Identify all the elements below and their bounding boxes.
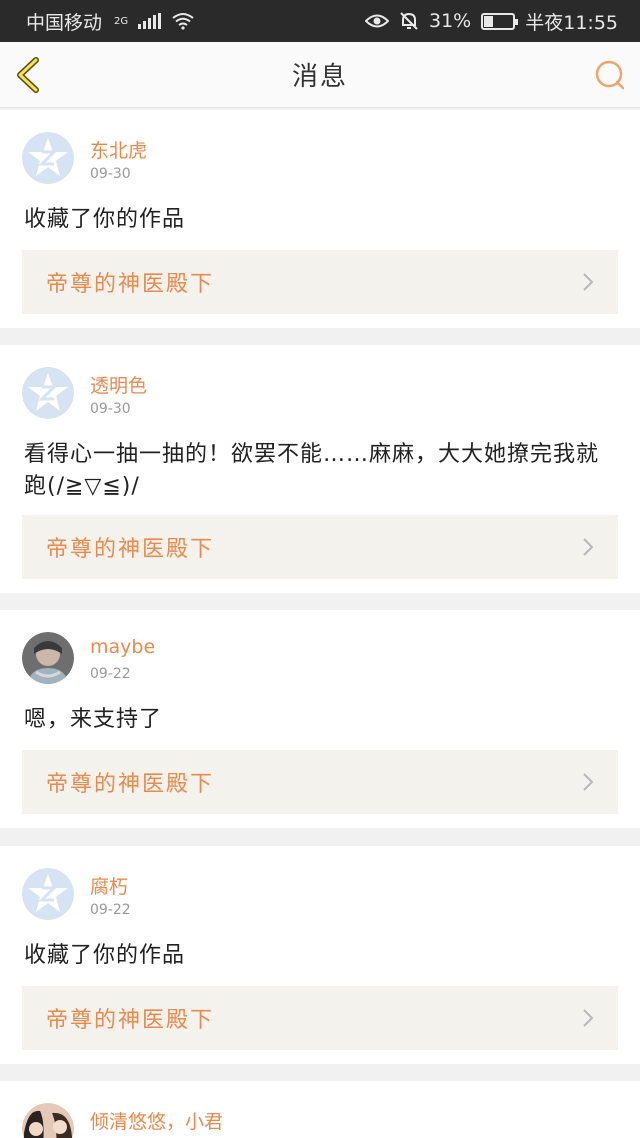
status-right: 31% 半夜11:55 [365, 8, 618, 35]
default-avatar-icon[interactable] [22, 367, 74, 419]
message-card: maybe 09-22 嗯，来支持了 帝尊的神医殿下 [0, 610, 640, 828]
status-bar: 中国移动 2G 31% 半夜11:55 [0, 0, 640, 42]
message-text: 收藏了你的作品 [24, 943, 186, 968]
mute-bell-icon [400, 12, 418, 30]
chevron-right-icon [583, 1009, 594, 1027]
battery-icon [481, 12, 519, 30]
chevron-right-icon [583, 773, 594, 791]
message-date: 09-30 [90, 401, 131, 417]
work-link[interactable]: 帝尊的神医殿下 [22, 250, 618, 314]
signal-icon [138, 13, 162, 29]
username[interactable]: 透明色 [90, 371, 147, 398]
work-link[interactable]: 帝尊的神医殿下 [22, 986, 618, 1050]
carrier-name: 中国移动 [26, 11, 103, 34]
username[interactable]: 倾清悠悠，小君 [90, 1107, 223, 1134]
battery-percent: 31% [429, 10, 472, 32]
default-avatar-icon[interactable] [22, 132, 74, 184]
chevron-right-icon [583, 538, 594, 556]
username[interactable]: maybe [90, 636, 155, 658]
message-date: 09-22 [90, 666, 131, 682]
eye-icon [365, 14, 389, 28]
message-card: 倾清悠悠，小君 [0, 1081, 640, 1138]
message-card: 透明色 09-30 看得心一抽一抽的！欲罢不能……麻麻，大大她撩完我就跑(/≧▽… [0, 345, 640, 593]
clock: 半夜11:55 [525, 11, 618, 34]
header-bar: 消息 [0, 42, 640, 108]
username[interactable]: 腐朽 [90, 872, 128, 899]
status-left: 中国移动 2G [26, 8, 195, 35]
work-title: 帝尊的神医殿下 [46, 272, 215, 297]
work-link[interactable]: 帝尊的神医殿下 [22, 750, 618, 814]
message-text: 嗯，来支持了 [24, 707, 163, 732]
work-title: 帝尊的神医殿下 [46, 772, 215, 797]
default-avatar-icon[interactable] [22, 868, 74, 920]
username[interactable]: 东北虎 [90, 136, 147, 163]
message-text: 看得心一抽一抽的！欲罢不能……麻麻，大大她撩完我就跑(/≧▽≦)/ [24, 442, 600, 499]
message-date: 09-22 [90, 902, 131, 918]
search-icon[interactable] [594, 59, 626, 91]
work-link[interactable]: 帝尊的神医殿下 [22, 515, 618, 579]
back-arrow-icon[interactable] [14, 56, 44, 94]
photo-avatar[interactable] [22, 1103, 74, 1138]
work-title: 帝尊的神医殿下 [46, 1008, 215, 1033]
message-text: 收藏了你的作品 [24, 207, 186, 232]
page-title: 消息 [291, 62, 348, 92]
chevron-right-icon [583, 273, 594, 291]
photo-avatar[interactable] [22, 632, 74, 684]
network-type: 2G [114, 15, 129, 27]
work-title: 帝尊的神医殿下 [46, 537, 215, 562]
message-card: 东北虎 09-30 收藏了你的作品 帝尊的神医殿下 [0, 110, 640, 328]
wifi-icon [172, 13, 194, 30]
message-card: 腐朽 09-22 收藏了你的作品 帝尊的神医殿下 [0, 846, 640, 1064]
message-date: 09-30 [90, 166, 131, 182]
